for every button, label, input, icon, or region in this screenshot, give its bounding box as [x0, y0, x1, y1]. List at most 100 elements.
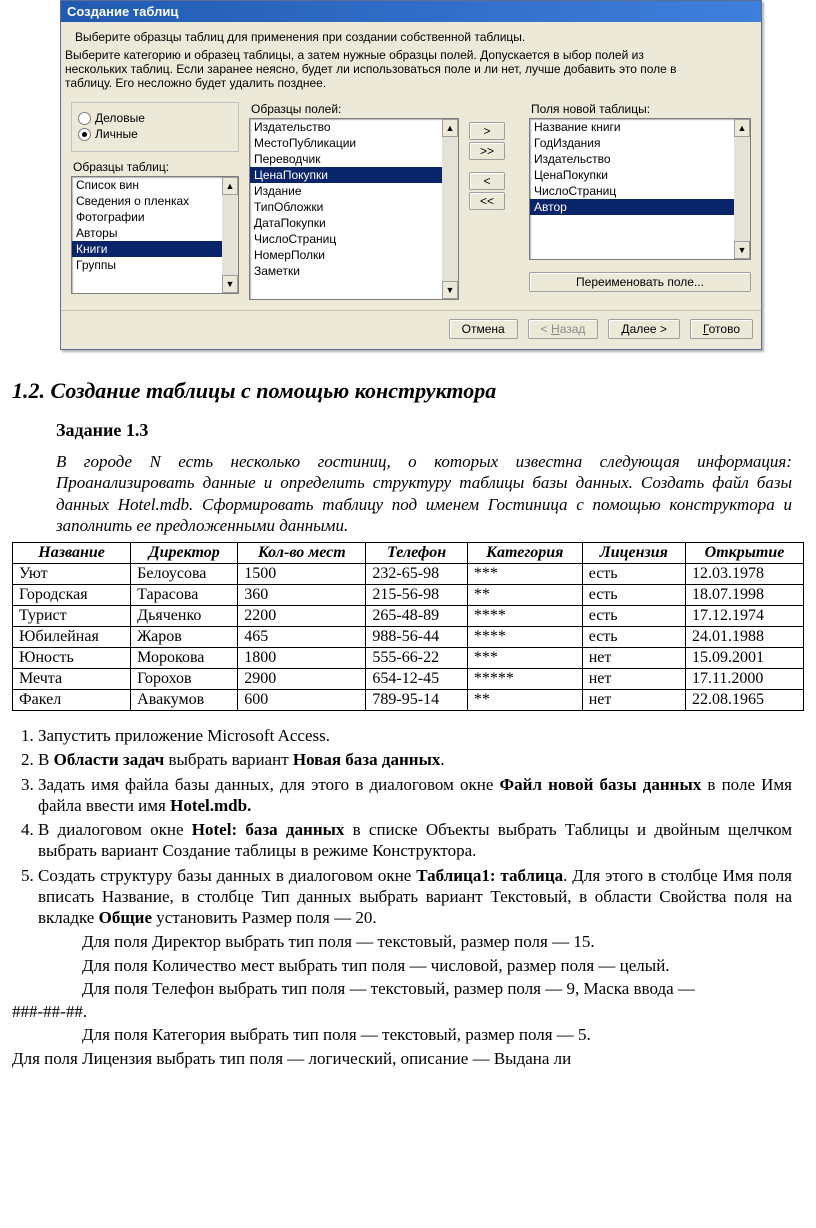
table-header: Директор [131, 543, 238, 564]
scroll-down-icon[interactable]: ▼ [734, 241, 750, 259]
list-item[interactable]: Фотографии [72, 209, 238, 225]
table-cell: 600 [238, 690, 366, 711]
radio-business[interactable]: Деловые [78, 111, 232, 125]
list-item[interactable]: Издание [250, 183, 458, 199]
table-cell: 555-66-22 [366, 648, 467, 669]
step-5: Создать структуру базы данных в диалогов… [38, 865, 792, 929]
add-all-button[interactable]: >> [469, 142, 505, 160]
list-item[interactable]: Сведения о пленках [72, 193, 238, 209]
table-wizard-dialog: Создание таблиц Выберите образцы таблиц … [60, 0, 762, 350]
finish-rest: отово [709, 322, 740, 336]
new-fields-listbox[interactable]: Название книгиГодИзданияИздательствоЦена… [529, 118, 751, 260]
remove-all-button[interactable]: << [469, 192, 505, 210]
table-cell: Городская [13, 585, 131, 606]
samples-label: Образцы таблиц: [73, 160, 239, 174]
scrollbar[interactable]: ▲ ▼ [222, 177, 238, 293]
rename-field-button[interactable]: Переименовать поле... [529, 272, 751, 292]
field-line: Для поля Количество мест выбрать тип пол… [82, 955, 792, 976]
finish-button[interactable]: Готово [690, 319, 753, 339]
back-button[interactable]: < Назад [528, 319, 599, 339]
list-item[interactable]: Группы [72, 257, 238, 273]
wizard-buttons: Отмена < Назад Далее > Готово [61, 310, 761, 349]
list-item[interactable]: ГодИздания [530, 135, 750, 151]
tail-lines: ###-##-##. Для поля Категория выбрать ти… [12, 1001, 792, 1069]
dialog-title: Создание таблиц [61, 1, 761, 22]
list-item[interactable]: Переводчик [250, 151, 458, 167]
step-2: В Области задач выбрать вариант Новая ба… [38, 749, 792, 770]
section-heading: 1.2. Создание таблицы с помощью конструк… [12, 378, 804, 404]
radio-personal[interactable]: Личные [78, 127, 232, 141]
table-cell: 265-48-89 [366, 606, 467, 627]
list-item[interactable]: Издательство [250, 119, 458, 135]
table-row: МечтаГорохов2900654-12-45*****нет17.11.2… [13, 669, 804, 690]
scroll-up-icon[interactable]: ▲ [442, 119, 458, 137]
table-cell: Авакумов [131, 690, 238, 711]
list-item[interactable]: Авторы [72, 225, 238, 241]
scroll-up-icon[interactable]: ▲ [222, 177, 238, 195]
table-cell: 2200 [238, 606, 366, 627]
field-line: Для поля Категория выбрать тип поля — те… [82, 1024, 792, 1045]
list-item[interactable]: ЧислоСтраниц [250, 231, 458, 247]
table-row: ГородскаяТарасова360215-56-98**есть18.07… [13, 585, 804, 606]
field-line: Для поля Директор выбрать тип поля — тек… [82, 931, 792, 952]
table-cell: *** [467, 564, 582, 585]
radio-icon [78, 128, 91, 141]
table-cell: Юность [13, 648, 131, 669]
scrollbar[interactable]: ▲ ▼ [442, 119, 458, 299]
remove-field-button[interactable]: < [469, 172, 505, 190]
step-1: Запустить приложение Microsoft Access. [38, 725, 792, 746]
table-cell: **** [467, 627, 582, 648]
table-cell: 22.08.1965 [685, 690, 803, 711]
list-item[interactable]: ЦенаПокупки [250, 167, 458, 183]
list-item[interactable]: ЧислоСтраниц [530, 183, 750, 199]
next-button[interactable]: Далее > [608, 319, 680, 339]
list-item[interactable]: НомерПолки [250, 247, 458, 263]
table-cell: 789-95-14 [366, 690, 467, 711]
step-4: В диалоговом окне Hotel: база данных в с… [38, 819, 792, 862]
scroll-down-icon[interactable]: ▼ [442, 281, 458, 299]
table-row: УютБелоусова1500232-65-98***есть12.03.19… [13, 564, 804, 585]
add-field-button[interactable]: > [469, 122, 505, 140]
table-header: Название [13, 543, 131, 564]
table-cell: нет [582, 648, 685, 669]
table-cell: Белоусова [131, 564, 238, 585]
table-cell: ***** [467, 669, 582, 690]
new-fields-label: Поля новой таблицы: [531, 102, 751, 116]
dialog-intro: Выберите образцы таблиц для применения п… [75, 30, 683, 44]
radio-icon [78, 112, 91, 125]
fields-label: Образцы полей: [251, 102, 459, 116]
table-cell: есть [582, 606, 685, 627]
table-cell: ** [467, 585, 582, 606]
list-item[interactable]: ДатаПокупки [250, 215, 458, 231]
list-item[interactable]: ТипОбложки [250, 199, 458, 215]
table-cell: 654-12-45 [366, 669, 467, 690]
table-cell: Уют [13, 564, 131, 585]
table-cell: *** [467, 648, 582, 669]
table-cell: 12.03.1978 [685, 564, 803, 585]
scrollbar[interactable]: ▲ ▼ [734, 119, 750, 259]
list-item[interactable]: Автор [530, 199, 750, 215]
scroll-up-icon[interactable]: ▲ [734, 119, 750, 137]
table-cell: 360 [238, 585, 366, 606]
list-item[interactable]: Издательство [530, 151, 750, 167]
table-cell: 1500 [238, 564, 366, 585]
fields-listbox[interactable]: ИздательствоМестоПубликацииПереводчикЦен… [249, 118, 459, 300]
table-cell: Тарасова [131, 585, 238, 606]
list-item[interactable]: Книги [72, 241, 238, 257]
mask-line: ###-##-##. [12, 1001, 792, 1022]
scroll-down-icon[interactable]: ▼ [222, 275, 238, 293]
cancel-button[interactable]: Отмена [449, 319, 518, 339]
table-cell: 17.11.2000 [685, 669, 803, 690]
list-item[interactable]: ЦенаПокупки [530, 167, 750, 183]
list-item[interactable]: МестоПубликации [250, 135, 458, 151]
table-cell: есть [582, 585, 685, 606]
table-cell: нет [582, 669, 685, 690]
table-cell: Жаров [131, 627, 238, 648]
samples-listbox[interactable]: Список винСведения о пленкахФотографииАв… [71, 176, 239, 294]
list-item[interactable]: Заметки [250, 263, 458, 279]
list-item[interactable]: Название книги [530, 119, 750, 135]
table-cell: ** [467, 690, 582, 711]
table-cell: 2900 [238, 669, 366, 690]
table-cell: 465 [238, 627, 366, 648]
list-item[interactable]: Список вин [72, 177, 238, 193]
